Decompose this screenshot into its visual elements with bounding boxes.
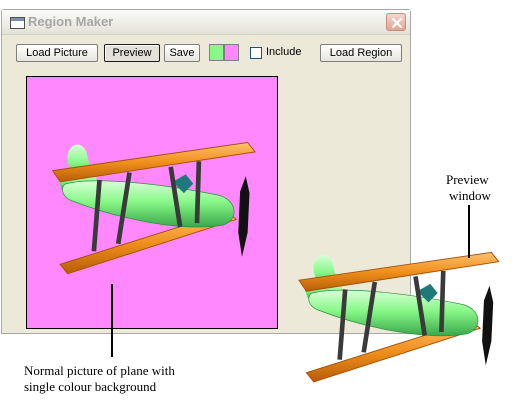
normal-annotation-line2: single colour background xyxy=(24,379,157,394)
preview-window-annotation: Preview window xyxy=(446,172,491,204)
preview-annotation-line1: Preview xyxy=(446,172,489,187)
callout-lines xyxy=(111,205,470,357)
normal-picture-annotation: Normal picture of plane with single colo… xyxy=(24,363,175,395)
normal-annotation-line1: Normal picture of plane with xyxy=(24,363,175,378)
preview-annotation-line2: window xyxy=(449,188,491,203)
